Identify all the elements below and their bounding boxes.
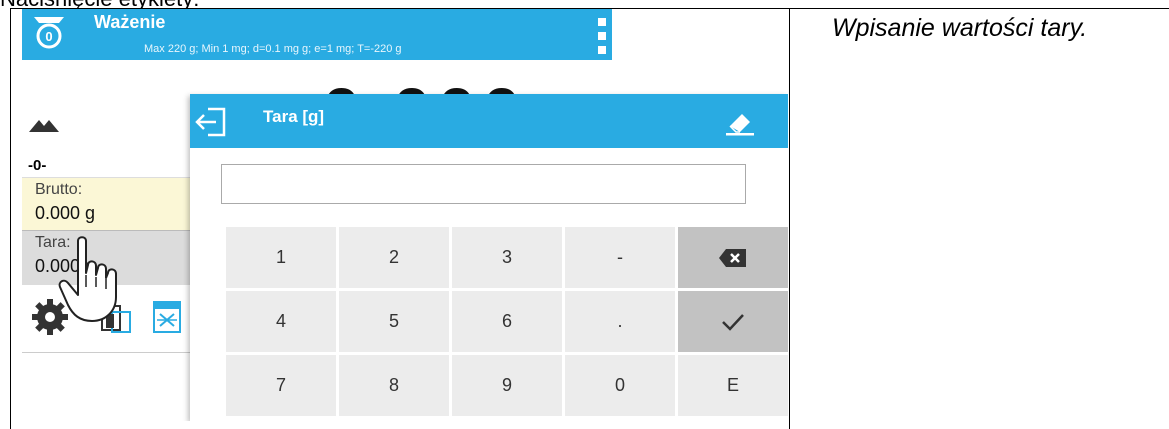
brutto-field[interactable]: Brutto: 0.000 g — [22, 177, 204, 231]
backspace-icon — [719, 248, 746, 267]
scale-icon[interactable]: 0 — [33, 15, 65, 49]
tare-value-input[interactable] — [221, 164, 746, 204]
tare-input-dialog: Tara [g] 1 2 3 - 4 5 6 . 7 8 9 0 E — [190, 94, 788, 421]
key-9[interactable]: 9 — [452, 355, 562, 416]
pointer-hand-icon — [58, 236, 117, 322]
stability-icon — [29, 120, 59, 132]
key-0[interactable]: 0 — [565, 355, 675, 416]
key-3[interactable]: 3 — [452, 227, 562, 288]
table-border-middle — [789, 9, 790, 429]
dialog-header: Tara [g] — [190, 94, 788, 148]
brutto-value: 0.000 g — [35, 203, 96, 223]
eraser-icon[interactable] — [724, 108, 756, 136]
tare-icon[interactable] — [152, 300, 182, 334]
app-title: Ważenie — [94, 12, 166, 32]
confirm-key[interactable] — [678, 291, 788, 352]
dialog-title: Tara [g] — [263, 107, 325, 126]
svg-text:0: 0 — [45, 29, 52, 44]
instruction-note: Wpisanie wartości tary. — [832, 14, 1088, 42]
app-header: 0 Ważenie Max 220 g; Min 1 mg; d=0.1 mg … — [22, 9, 612, 60]
key-exponent[interactable]: E — [678, 355, 788, 416]
key-6[interactable]: 6 — [452, 291, 562, 352]
backspace-key[interactable] — [678, 227, 788, 288]
zero-indicator: -0- — [28, 157, 47, 174]
brutto-label: Brutto: — [35, 181, 83, 198]
menu-icon[interactable] — [598, 18, 606, 54]
scale-parameters: Max 220 g; Min 1 mg; d=0.1 mg g; e=1 mg;… — [144, 43, 402, 55]
check-icon — [722, 313, 744, 331]
key-8[interactable]: 8 — [339, 355, 449, 416]
key-minus[interactable]: - — [565, 227, 675, 288]
device-screen: 0 Ważenie Max 220 g; Min 1 mg; d=0.1 mg … — [22, 9, 788, 421]
key-7[interactable]: 7 — [226, 355, 336, 416]
back-arrow-icon[interactable] — [194, 105, 228, 139]
key-2[interactable]: 2 — [339, 227, 449, 288]
key-4[interactable]: 4 — [226, 291, 336, 352]
key-decimal[interactable]: . — [565, 291, 675, 352]
key-1[interactable]: 1 — [226, 227, 336, 288]
table-border-left — [10, 9, 11, 429]
key-5[interactable]: 5 — [339, 291, 449, 352]
